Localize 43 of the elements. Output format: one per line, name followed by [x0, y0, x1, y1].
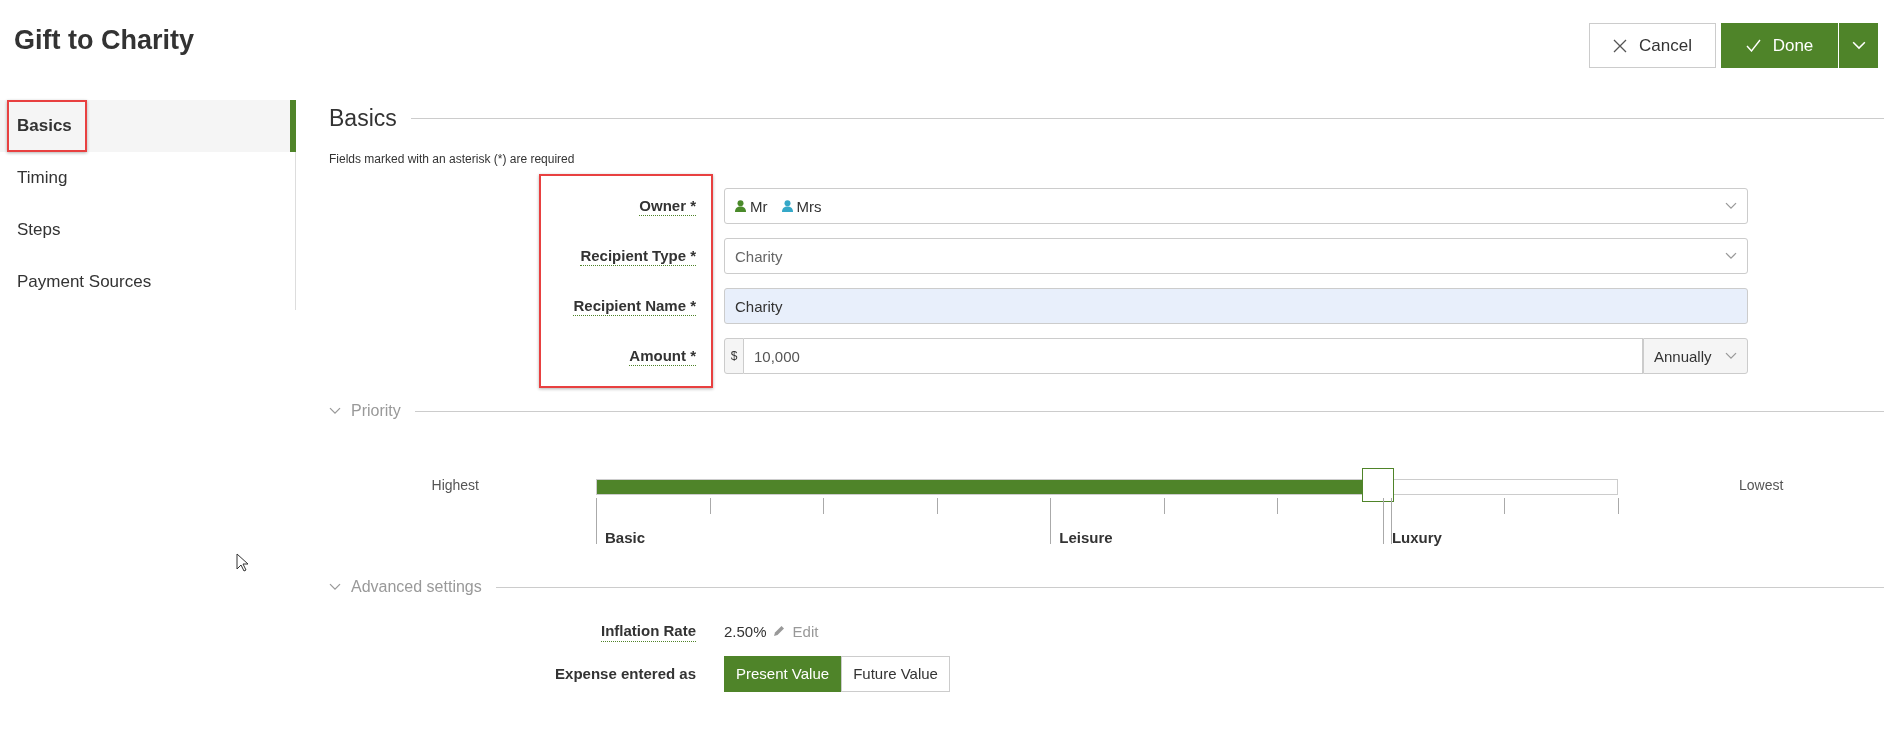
slider-thumb[interactable]: [1361, 468, 1394, 502]
slider-min-label: Highest: [430, 477, 479, 495]
required-note: Fields marked with an asterisk (*) are required: [329, 152, 576, 166]
field-label: Recipient Name *: [573, 295, 696, 317]
sidebar-item[interactable]: Timing: [0, 152, 296, 204]
period-select[interactable]: Annually: [1643, 338, 1748, 374]
recipient-name-field[interactable]: Charity: [724, 288, 1748, 324]
field-label: Expense entered as: [554, 665, 696, 682]
mouse-pointer-icon: [236, 553, 249, 572]
owner-select[interactable]: Mr Mrs: [724, 188, 1748, 224]
recipient-type-select[interactable]: Charity: [724, 238, 1748, 274]
owner-name: Mrs: [796, 197, 822, 215]
done-button[interactable]: Done: [1721, 23, 1838, 68]
field-label: Owner *: [639, 195, 696, 217]
owner-name: Mr: [750, 197, 768, 215]
chevron-down-icon: [1851, 41, 1866, 50]
page-title: Gift to Charity: [14, 24, 194, 56]
chevron-down-icon: [1725, 252, 1737, 260]
cancel-button[interactable]: Cancel: [1589, 23, 1716, 68]
priority-category: Leisure: [1059, 529, 1113, 546]
amount-field[interactable]: 10,000: [744, 338, 1643, 374]
priority-slider-track[interactable]: [596, 479, 1618, 495]
field-label: Inflation Rate: [601, 621, 696, 642]
chevron-down-icon: [329, 583, 341, 591]
sidebar-item[interactable]: Basics: [0, 100, 296, 152]
segment-option[interactable]: Future Value: [841, 655, 950, 692]
priority-category: Basic: [605, 529, 646, 546]
priority-category: Luxury: [1391, 529, 1442, 546]
segment-option[interactable]: Present Value: [724, 655, 842, 692]
checkmark-icon: [1745, 39, 1761, 52]
sidebar-item[interactable]: Steps: [0, 204, 296, 256]
chevron-down-icon: [1725, 202, 1737, 210]
chevron-down-icon: [1725, 352, 1737, 360]
inflation-value: 2.50%: [724, 622, 767, 640]
currency-prefix: $: [724, 338, 744, 374]
slider-max-label: Lowest: [1739, 477, 1784, 495]
chevron-down-icon: [329, 407, 341, 415]
field-label: Recipient Type *: [580, 245, 696, 267]
section-heading: Basics: [329, 105, 397, 132]
close-icon: [1613, 38, 1628, 53]
sidebar-item[interactable]: Payment Sources: [0, 256, 296, 308]
pencil-icon: [772, 625, 785, 638]
field-label: Amount *: [629, 345, 696, 367]
